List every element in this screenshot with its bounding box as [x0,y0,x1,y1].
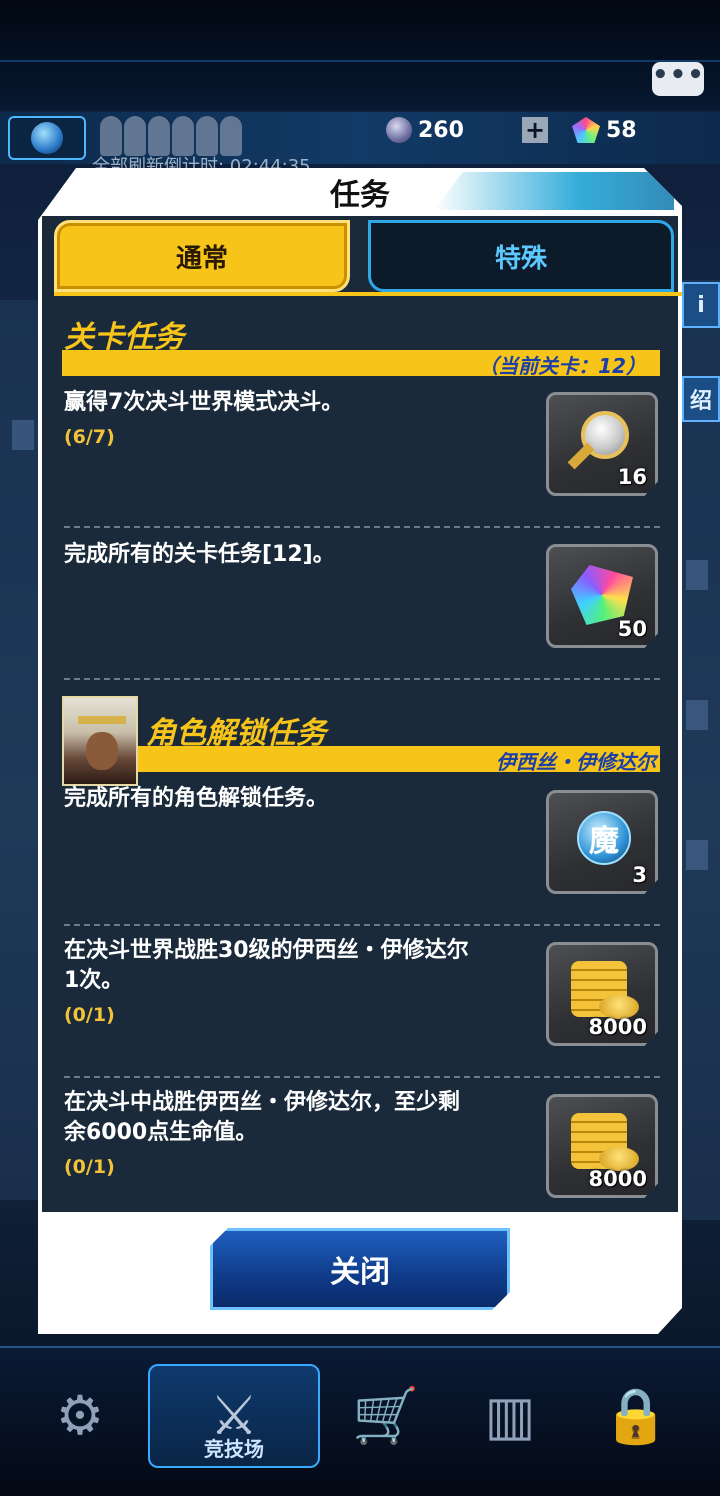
quest-text: 赢得7次决斗世界模式决斗。 [64,390,344,415]
modal-body: 通常 特殊 关卡任务 （当前关卡：12） 赢得7次决斗世界模式决斗。 (6/7)… [42,216,682,1212]
quest-modal: 任务 通常 特殊 关卡任务 （当前关卡：12） 赢得7次决斗世界模式决斗。 (6… [38,168,682,1334]
quest-text-line: 在决斗世界战胜30级的伊西丝・伊修达尔 [64,938,469,963]
divider [64,924,660,926]
reward-box[interactable]: 8000 [546,1094,658,1198]
chat-bubble-icon[interactable]: ••• [652,62,704,96]
nav-locked[interactable]: 🔒 [582,1364,690,1468]
orb-icon: 魔 [577,811,631,865]
currency-gems: 260 [386,114,464,146]
reward-count: 8000 [588,1167,647,1191]
currency-crystals-value: 58 [606,117,637,143]
character-portrait [62,696,138,786]
crystal-currency-icon [572,117,600,143]
globe-icon [31,122,63,154]
top-bar [0,0,720,110]
divider [64,678,660,680]
quest-text: 完成所有的角色解锁任务。 [64,786,329,811]
current-stage-label: （当前关卡：12） [478,354,646,378]
quest-text-line: 1次。 [64,968,124,993]
nav-shop[interactable]: 🛒 [332,1364,440,1468]
reward-count: 50 [617,617,647,641]
side-info-tab[interactable]: i [682,282,720,328]
reward-count: 8000 [588,1015,647,1039]
tabs-underline [54,292,682,296]
reward-box[interactable]: 魔 3 [546,790,658,894]
top-bar-decoration [0,60,720,62]
crystal-icon [571,565,633,625]
tab-normal[interactable]: 通常 [54,220,350,292]
currency-gems-value: 260 [418,117,464,143]
divider [64,526,660,528]
divider [64,1076,660,1078]
nav-arena-label: 竞技场 [204,1437,264,1461]
character-name-label: 伊西丝・伊修达尔 [496,750,656,774]
players-icon [100,116,242,156]
reward-box[interactable]: 8000 [546,942,658,1046]
modal-title: 任务 [330,178,390,213]
reward-box[interactable]: 16 [546,392,658,496]
reward-count: 16 [617,465,647,489]
side-info-label: i [697,292,705,318]
bottom-navigation: ⚙ ⚔ 竞技场 🛒 ▥ 🔒 [0,1346,720,1496]
world-globe-button[interactable] [8,116,86,160]
side-intro-tab[interactable]: 绍 [682,376,720,422]
tab-special[interactable]: 特殊 [368,220,674,292]
nav-arena[interactable]: ⚔ 竞技场 [148,1364,320,1468]
nav-settings[interactable]: ⚙ [26,1364,134,1468]
background-window [686,560,708,590]
reward-box[interactable]: 50 [546,544,658,648]
modal-header: 任务 [38,168,682,216]
close-button[interactable]: 关闭 [210,1228,510,1310]
quest-text: 完成所有的关卡任务[12]。 [64,542,335,567]
background-window [686,700,708,730]
quest-progress: (0/1) [64,1156,115,1178]
side-intro-label: 绍 [689,389,712,414]
quest-text-line: 在决斗中战胜伊西丝・伊修达尔，至少剩 [64,1090,461,1115]
reward-count: 3 [632,863,647,887]
gear-icon: ⚙ [55,1384,105,1447]
nav-deck[interactable]: ▥ [456,1364,564,1468]
quest-progress: (6/7) [64,426,115,448]
add-currency-button[interactable]: + [522,117,548,143]
gem-icon [386,117,412,143]
quest-progress: (0/1) [64,1004,115,1026]
background-window [12,420,34,450]
shopping-cart-icon: 🛒 [352,1384,420,1447]
cards-icon: ▥ [484,1384,536,1447]
currency-crystals: + 58 [522,114,637,146]
quest-tabs: 通常 特殊 [54,220,682,296]
quest-text-line: 余6000点生命值。 [64,1120,258,1145]
lock-icon: 🔒 [602,1384,670,1447]
background-window [686,840,708,870]
